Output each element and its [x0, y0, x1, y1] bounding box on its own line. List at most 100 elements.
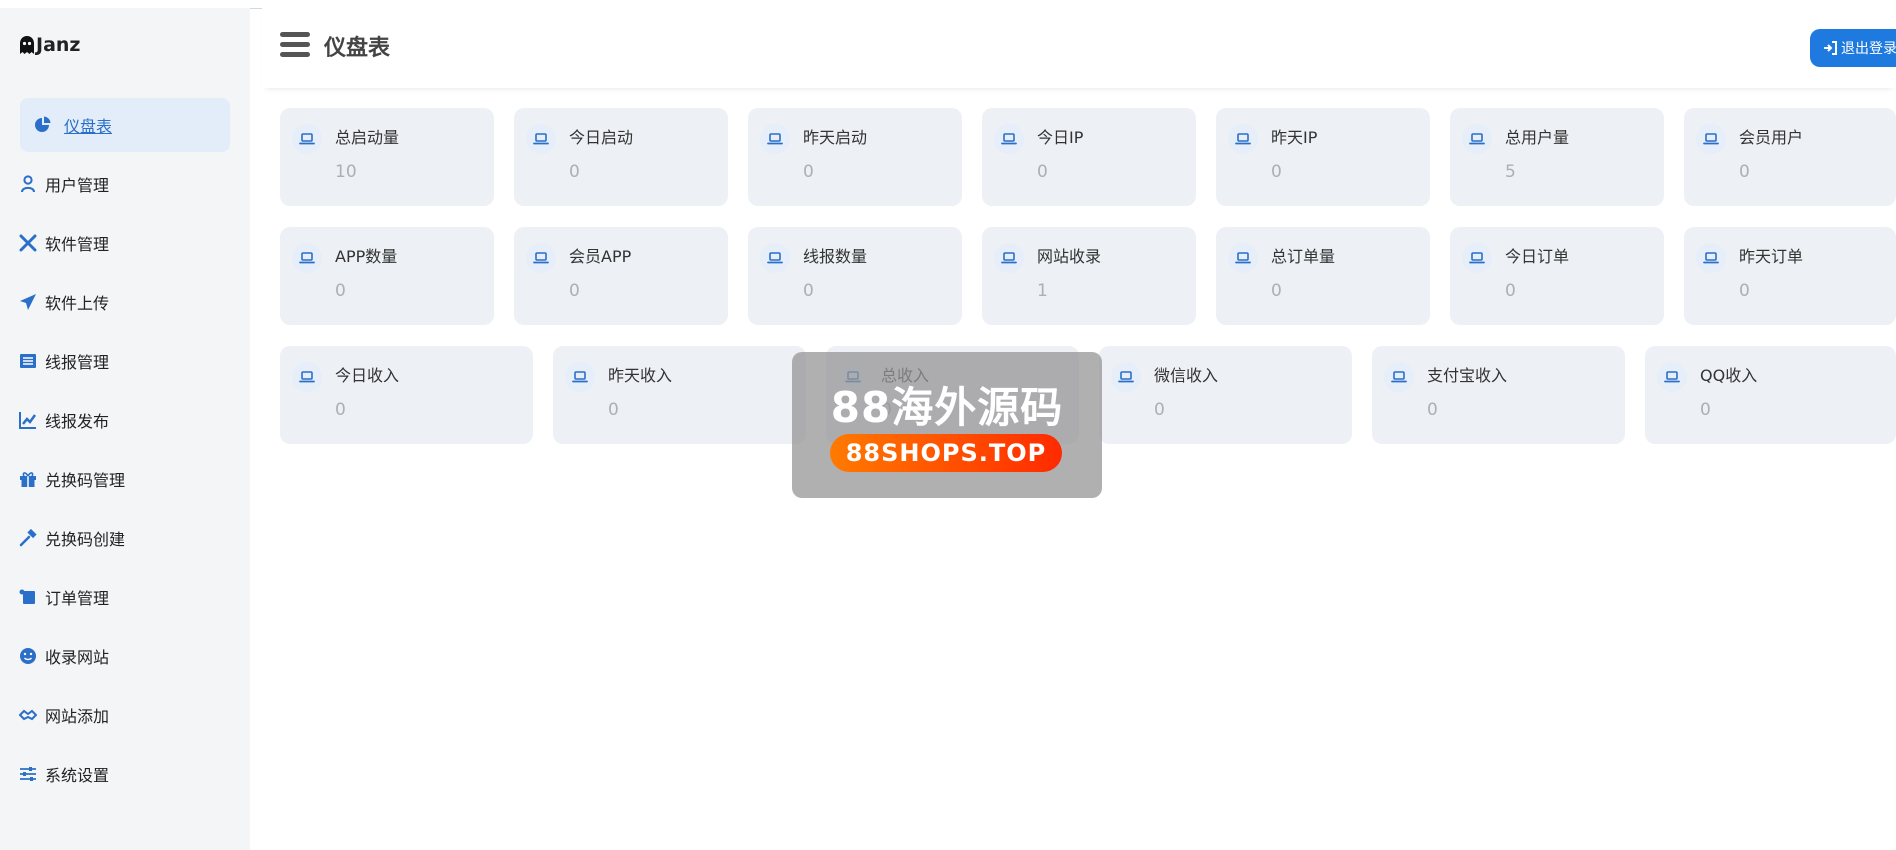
watermark-title: 88海外源码 — [830, 383, 1064, 432]
logout-button[interactable]: 退出登录 — [1810, 29, 1896, 67]
stat-icon — [1696, 124, 1726, 154]
stat-label: 总启动量 — [335, 128, 400, 147]
sidebar-item-code-create[interactable]: 兑换码创建 — [19, 526, 125, 550]
sidebar-item-tip-management[interactable]: 线报管理 — [19, 349, 109, 373]
laptop-icon — [572, 371, 588, 383]
stat-label: 昨天启动 — [803, 128, 868, 147]
stat-card: QQ收入 0 — [1645, 346, 1896, 444]
laptop-icon — [299, 133, 315, 145]
stat-card: 微信收入 0 — [1099, 346, 1352, 444]
list-icon — [20, 354, 36, 368]
stat-label: 今日订单 — [1505, 247, 1570, 266]
edit-chart-icon — [19, 412, 37, 429]
stat-icon — [1111, 362, 1141, 392]
stat-card: 昨天启动 0 — [748, 108, 962, 206]
stat-icon — [1384, 362, 1414, 392]
stat-value: 0 — [1037, 162, 1048, 182]
stat-card: 昨天订单 0 — [1684, 227, 1896, 325]
sidebar-item-label: 订单管理 — [45, 589, 110, 608]
stat-icon — [1696, 243, 1726, 273]
sidebar-item-software-upload[interactable]: 软件上传 — [19, 290, 109, 314]
paper-plane-icon — [20, 294, 36, 310]
stat-label: 今日启动 — [569, 128, 634, 147]
sidebar-item-label: 收录网站 — [45, 648, 110, 667]
stat-value: 0 — [1271, 281, 1282, 301]
brand-logo[interactable]: Janz — [19, 34, 80, 56]
top-header: 仪盘表 退出登录 — [262, 8, 1896, 88]
sidebar-item-user-management[interactable]: 用户管理 — [19, 172, 109, 196]
stat-value: 5 — [1505, 162, 1516, 182]
stat-icon — [292, 362, 322, 392]
stat-value: 0 — [1739, 162, 1750, 182]
stat-icon — [292, 124, 322, 154]
laptop-icon — [1703, 252, 1719, 264]
hamburger-menu-icon[interactable] — [280, 32, 310, 58]
stat-value: 0 — [335, 281, 346, 301]
stat-icon — [1462, 243, 1492, 273]
laptop-icon — [533, 133, 549, 145]
stat-card: 会员APP 0 — [514, 227, 728, 325]
hammer-icon — [19, 529, 37, 547]
logout-label: 退出登录 — [1841, 41, 1896, 57]
laptop-icon — [1391, 371, 1407, 383]
stat-label: 会员用户 — [1739, 128, 1804, 147]
sidebar-item-label: 线报管理 — [45, 353, 110, 372]
stat-label: 网站收录 — [1037, 247, 1102, 266]
stat-label: 总用户量 — [1505, 128, 1570, 147]
stat-card: 总启动量 10 — [280, 108, 494, 206]
sidebar-item-order-management[interactable]: 订单管理 — [19, 585, 109, 609]
sidebar-item-label: 线报发布 — [45, 412, 110, 431]
sidebar: Janz 仪盘表 用户管理 软件管理 软件上传 线报管理 线报发布 兑换码管理 … — [0, 8, 250, 850]
sidebar-item-code-management[interactable]: 兑换码管理 — [19, 467, 125, 491]
stat-card: 网站收录 1 — [982, 227, 1196, 325]
laptop-icon — [299, 252, 315, 264]
sidebar-item-site-add[interactable]: 网站添加 — [19, 703, 109, 727]
laptop-icon — [1664, 371, 1680, 383]
sidebar-item-label: 用户管理 — [45, 176, 110, 195]
stat-icon — [565, 362, 595, 392]
smile-icon — [20, 648, 36, 664]
stat-value: 0 — [569, 281, 580, 301]
stat-value: 0 — [803, 281, 814, 301]
stat-icon — [526, 124, 556, 154]
tools-icon — [19, 234, 37, 252]
stat-value: 0 — [803, 162, 814, 182]
sidebar-item-sites[interactable]: 收录网站 — [19, 644, 109, 668]
stat-label: 支付宝收入 — [1427, 366, 1508, 385]
sidebar-item-label: 仪盘表 — [64, 117, 113, 136]
stat-label: APP数量 — [335, 247, 398, 266]
laptop-icon — [1118, 371, 1134, 383]
stat-card: 支付宝收入 0 — [1372, 346, 1625, 444]
laptop-icon — [1001, 252, 1017, 264]
stat-value: 10 — [335, 162, 357, 182]
laptop-icon — [299, 371, 315, 383]
sidebar-item-label: 系统设置 — [45, 766, 110, 785]
stat-card: 线报数量 0 — [748, 227, 962, 325]
laptop-icon — [1235, 252, 1251, 264]
stat-card: APP数量 0 — [280, 227, 494, 325]
stat-icon — [760, 124, 790, 154]
sidebar-item-settings[interactable]: 系统设置 — [19, 762, 109, 786]
laptop-icon — [1469, 133, 1485, 145]
stat-value: 0 — [1505, 281, 1516, 301]
sidebar-item-tip-publish[interactable]: 线报发布 — [19, 408, 109, 432]
handshake-icon — [19, 709, 37, 721]
stat-label: QQ收入 — [1700, 366, 1758, 385]
stat-value: 1 — [1037, 281, 1048, 301]
stat-label: 总订单量 — [1271, 247, 1336, 266]
laptop-icon — [1469, 252, 1485, 264]
sidebar-item-label: 网站添加 — [45, 707, 110, 726]
stat-card: 今日订单 0 — [1450, 227, 1664, 325]
sidebar-item-dashboard[interactable]: 仪盘表 — [20, 98, 230, 152]
sidebar-item-label: 软件管理 — [45, 235, 110, 254]
sidebar-item-software-management[interactable]: 软件管理 — [19, 231, 109, 255]
laptop-icon — [1703, 133, 1719, 145]
stat-value: 0 — [1739, 281, 1750, 301]
laptop-icon — [767, 133, 783, 145]
stat-card: 今日收入 0 — [280, 346, 533, 444]
stat-label: 昨天IP — [1271, 128, 1318, 147]
stat-value: 0 — [1427, 400, 1438, 420]
watermark-overlay: 88海外源码 88SHOPS.TOP — [792, 352, 1102, 498]
stat-icon — [1462, 124, 1492, 154]
stat-value: 0 — [1700, 400, 1711, 420]
